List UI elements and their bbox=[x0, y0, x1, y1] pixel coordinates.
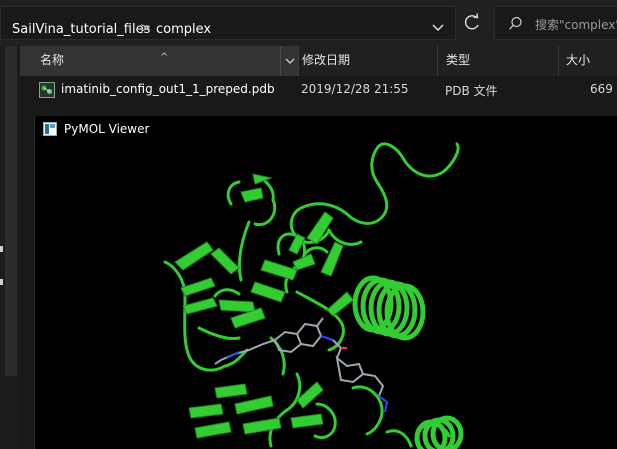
column-label-name: 名称 bbox=[40, 53, 65, 67]
column-header-date[interactable]: 修改日期 bbox=[298, 46, 437, 76]
address-toolbar: SailVina_tutorial_files > complex 搜索"com… bbox=[0, 0, 617, 46]
nav-scrollbar[interactable] bbox=[5, 46, 17, 376]
nav-edge-marker bbox=[0, 279, 3, 285]
file-name: imatinib_config_out1_1_preped.pdb bbox=[61, 82, 275, 96]
pymol-titlebar[interactable]: PyMOL Viewer bbox=[35, 116, 617, 142]
breadcrumb-separator: > bbox=[140, 21, 151, 36]
column-label-date: 修改日期 bbox=[302, 53, 351, 67]
file-type: PDB 文件 bbox=[445, 84, 498, 98]
pdb-file-icon bbox=[39, 82, 55, 98]
refresh-icon[interactable] bbox=[458, 6, 486, 40]
pymol-logo-icon bbox=[43, 122, 57, 136]
search-input[interactable]: 搜索"complex" bbox=[494, 6, 617, 40]
file-row[interactable]: imatinib_config_out1_1_preped.pdb 2019/1… bbox=[20, 78, 617, 102]
column-header-size[interactable]: 大小 bbox=[558, 46, 617, 76]
search-icon bbox=[509, 16, 522, 30]
sort-caret-icon: ^ bbox=[160, 52, 169, 63]
chevron-down-icon bbox=[285, 58, 295, 64]
pymol-3d-viewport[interactable] bbox=[35, 142, 617, 449]
file-date: 2019/12/28 21:55 bbox=[301, 82, 409, 96]
file-size: 669 bbox=[590, 82, 613, 96]
nav-edge-marker bbox=[0, 246, 3, 252]
column-label-type: 类型 bbox=[446, 53, 471, 67]
column-header-row: 名称 ^ 修改日期 类型 大小 bbox=[20, 46, 617, 76]
column-header-name[interactable]: 名称 ^ bbox=[20, 46, 298, 76]
pymol-window[interactable]: PyMOL Viewer bbox=[34, 116, 617, 449]
breadcrumb-item[interactable]: SailVina_tutorial_files bbox=[12, 22, 150, 37]
search-placeholder: 搜索"complex" bbox=[535, 18, 617, 32]
column-header-type[interactable]: 类型 bbox=[437, 46, 558, 76]
address-bar[interactable]: SailVina_tutorial_files > complex bbox=[0, 6, 456, 40]
column-filter-dropdown[interactable] bbox=[280, 46, 299, 76]
breadcrumb-item-current[interactable]: complex bbox=[156, 22, 211, 37]
column-label-size: 大小 bbox=[566, 53, 591, 67]
pymol-window-title: PyMOL Viewer bbox=[64, 122, 150, 136]
chevron-down-icon[interactable] bbox=[430, 19, 446, 37]
